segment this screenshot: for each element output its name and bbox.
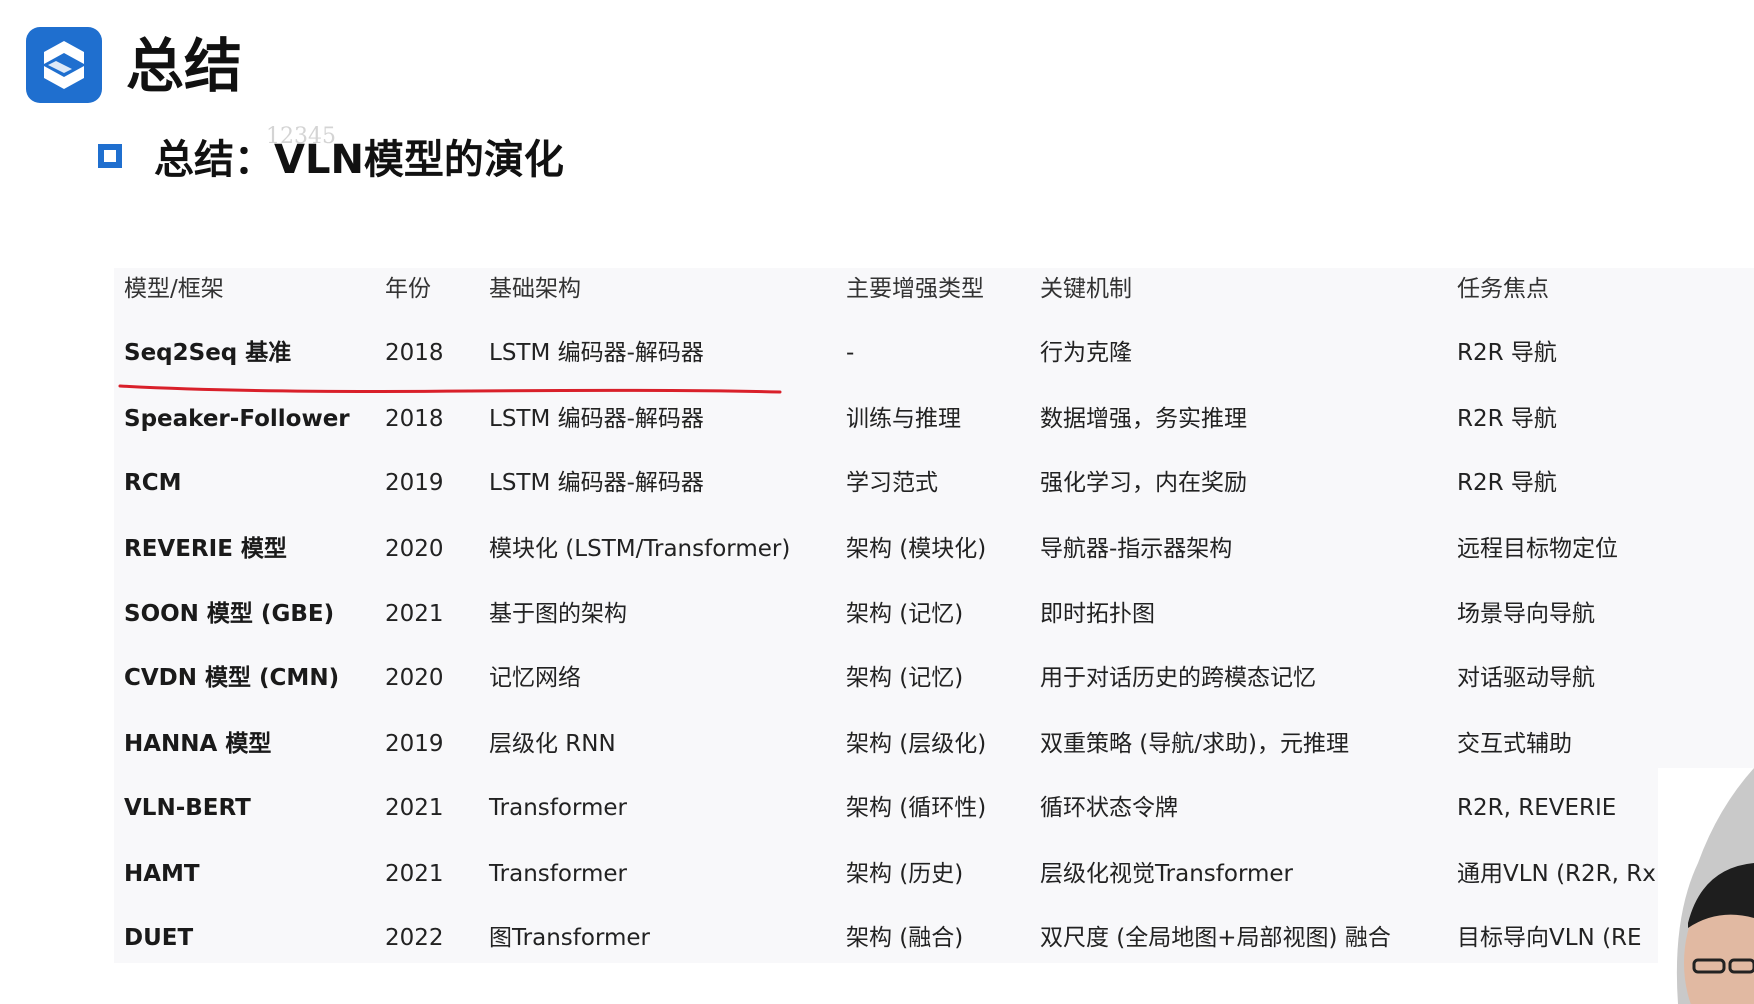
table-cell-task: 对话驱动导航	[1457, 665, 1595, 691]
table-cell-architecture: Transformer	[489, 795, 628, 821]
table-cell-architecture: 模块化 (LSTM/Transformer)	[489, 536, 791, 562]
table-cell-model: HANNA 模型	[124, 731, 272, 757]
table-cell-architecture: 记忆网络	[489, 665, 581, 691]
table-cell-mechanism: 用于对话历史的跨模态记忆	[1040, 665, 1316, 691]
table-cell-mechanism: 双重策略 (导航/求助)，元推理	[1040, 731, 1350, 757]
table-cell-task: R2R, REVERIE	[1457, 795, 1617, 821]
table-cell-mechanism: 行为克隆	[1040, 340, 1132, 366]
table-cell-year: 2021	[385, 601, 444, 627]
table-cell-year: 2019	[385, 470, 444, 496]
table-cell-mechanism: 循环状态令牌	[1040, 795, 1178, 821]
table-cell-enhancement: 架构 (记忆)	[846, 601, 964, 627]
table-cell-year: 2019	[385, 731, 444, 757]
table-cell-enhancement: 架构 (记忆)	[846, 665, 964, 691]
square-outline-icon	[98, 144, 122, 168]
table-cell-year: 2021	[385, 795, 444, 821]
table-cell-model: HAMT	[124, 861, 200, 887]
table-cell-year: 2021	[385, 861, 444, 887]
table-cell-architecture: LSTM 编码器-解码器	[489, 470, 704, 496]
table-cell-architecture: LSTM 编码器-解码器	[489, 340, 704, 366]
table-cell-year: 2018	[385, 340, 444, 366]
table-cell-task: 目标导向VLN (RE	[1457, 925, 1642, 951]
column-header-model: 模型/框架	[124, 276, 224, 302]
table-cell-enhancement: 学习范式	[846, 470, 938, 496]
section-title: 总结：VLN模型的演化	[154, 137, 564, 183]
table-cell-year: 2020	[385, 665, 444, 691]
table-cell-architecture: Transformer	[489, 861, 628, 887]
table-cell-year: 2020	[385, 536, 444, 562]
table-cell-mechanism: 数据增强，务实推理	[1040, 406, 1247, 432]
table-cell-task: 交互式辅助	[1457, 731, 1572, 757]
table-cell-model: CVDN 模型 (CMN)	[124, 665, 340, 691]
table-cell-mechanism: 层级化视觉Transformer	[1040, 861, 1294, 887]
table-cell-mechanism: 双尺度 (全局地图+局部视图) 融合	[1040, 925, 1391, 951]
table-cell-model: RCM	[124, 470, 182, 496]
table-cell-task: 远程目标物定位	[1457, 536, 1618, 562]
table-cell-task: R2R 导航	[1457, 406, 1557, 432]
table-cell-enhancement: -	[846, 340, 855, 366]
table-cell-enhancement: 架构 (循环性)	[846, 795, 987, 821]
s-logo-icon	[44, 41, 84, 89]
table-cell-architecture: 基于图的架构	[489, 601, 627, 627]
table-cell-enhancement: 架构 (融合)	[846, 925, 964, 951]
table-cell-mechanism: 强化学习，内在奖励	[1040, 470, 1247, 496]
table-cell-enhancement: 架构 (模块化)	[846, 536, 987, 562]
app-logo	[26, 27, 102, 103]
table-cell-mechanism: 导航器-指示器架构	[1040, 536, 1233, 562]
table-cell-enhancement: 架构 (历史)	[846, 861, 964, 887]
column-header-mechanism: 关键机制	[1040, 276, 1132, 302]
table-cell-architecture: 图Transformer	[489, 925, 651, 951]
table-cell-year: 2022	[385, 925, 444, 951]
table-cell-architecture: 层级化 RNN	[489, 731, 616, 757]
page-title: 总结	[126, 32, 243, 100]
table-cell-enhancement: 训练与推理	[846, 406, 961, 432]
column-header-task: 任务焦点	[1457, 276, 1549, 302]
table-cell-year: 2018	[385, 406, 444, 432]
table-cell-mechanism: 即时拓扑图	[1040, 601, 1155, 627]
table-cell-model: VLN-BERT	[124, 795, 251, 821]
table-cell-task: 场景导向导航	[1457, 601, 1595, 627]
table-cell-model: REVERIE 模型	[124, 536, 287, 562]
table-cell-architecture: LSTM 编码器-解码器	[489, 406, 704, 432]
table-cell-model: DUET	[124, 925, 194, 951]
table-cell-model: Seq2Seq 基准	[124, 340, 292, 366]
table-cell-model: SOON 模型 (GBE)	[124, 601, 335, 627]
column-header-architecture: 基础架构	[489, 276, 581, 302]
table-cell-task: 通用VLN (R2R, Rx	[1457, 861, 1656, 887]
presenter-webcam	[1658, 768, 1754, 1004]
column-header-year: 年份	[385, 276, 431, 302]
column-header-enhancement: 主要增强类型	[846, 276, 984, 302]
table-cell-task: R2R 导航	[1457, 470, 1557, 496]
table-cell-model: Speaker-Follower	[124, 406, 350, 432]
table-cell-task: R2R 导航	[1457, 340, 1557, 366]
table-cell-enhancement: 架构 (层级化)	[846, 731, 987, 757]
